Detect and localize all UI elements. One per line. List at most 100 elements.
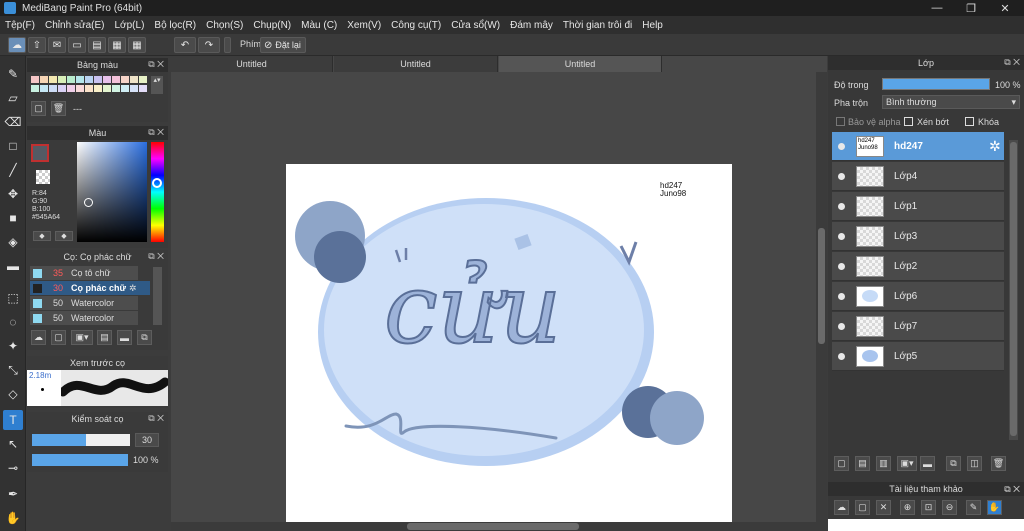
- swatch[interactable]: [76, 76, 84, 83]
- panel-close-icon[interactable]: ⧉ ✕: [148, 59, 164, 70]
- layer-row-selected[interactable]: hd247 Juno98 hd247 ✲: [832, 132, 1004, 161]
- close-reference-icon[interactable]: ✕: [876, 500, 891, 515]
- menu-file[interactable]: Tệp(F): [0, 20, 40, 31]
- horizontal-scrollbar[interactable]: [171, 522, 827, 531]
- swatch[interactable]: [67, 76, 75, 83]
- redo-icon[interactable]: ↷: [198, 37, 220, 53]
- close-button[interactable]: ✕: [988, 0, 1022, 16]
- layer-row[interactable]: Lớp6: [832, 282, 1004, 311]
- menu-timelapse[interactable]: Thời gian trôi đi: [558, 20, 637, 31]
- brush-item-selected[interactable]: 30 Cọ phác chữ ✲: [30, 281, 150, 295]
- zoom-out-icon[interactable]: ⊖: [942, 500, 957, 515]
- swatch[interactable]: [40, 76, 48, 83]
- swatch[interactable]: [94, 76, 102, 83]
- size-slider[interactable]: [32, 434, 130, 446]
- eye-icon[interactable]: [838, 173, 845, 180]
- blend-mode-select[interactable]: Bình thường ▾: [882, 95, 1020, 109]
- eyedropper-ref-icon[interactable]: ✎: [966, 500, 981, 515]
- layer-opacity-slider[interactable]: [882, 78, 990, 90]
- swatch[interactable]: [103, 85, 111, 92]
- open-reference-icon[interactable]: ▢: [855, 500, 870, 515]
- panel-close-icon[interactable]: ⧉ ✕: [148, 413, 164, 424]
- color-picker-cursor[interactable]: [84, 198, 93, 207]
- swatch[interactable]: [103, 76, 111, 83]
- pen-tool-icon[interactable]: ✒: [3, 484, 23, 504]
- dot-eraser-icon[interactable]: ⌫: [3, 112, 23, 132]
- swatch[interactable]: [130, 76, 138, 83]
- swatch[interactable]: [121, 76, 129, 83]
- secondary-color[interactable]: [36, 170, 50, 184]
- share-icon[interactable]: ⇧: [28, 37, 46, 53]
- new-brush-icon[interactable]: ▢: [51, 330, 66, 345]
- brush-item[interactable]: 50 Watercolor: [30, 296, 138, 310]
- reset-button[interactable]: ⊘ Đặt lại: [260, 37, 306, 53]
- grid-doc-icon[interactable]: ▦: [108, 37, 126, 53]
- eraser-tool-icon[interactable]: ▱: [3, 88, 23, 108]
- line-tool-icon[interactable]: ╱: [3, 160, 23, 180]
- eye-icon[interactable]: [838, 143, 845, 150]
- menu-select[interactable]: Chọn(S): [201, 20, 248, 31]
- tab-untitled-1[interactable]: Untitled: [171, 56, 333, 72]
- opacity-slider[interactable]: [32, 454, 128, 466]
- swatch[interactable]: [139, 85, 147, 92]
- eye-icon[interactable]: [838, 353, 845, 360]
- eyedropper-icon[interactable]: ⊸: [3, 458, 23, 478]
- panel-close-icon[interactable]: ⧉ ✕: [148, 251, 164, 262]
- new-palette-icon[interactable]: ▢: [31, 101, 46, 116]
- new-8bit-layer-icon[interactable]: ▥: [876, 456, 891, 471]
- swatch[interactable]: [67, 85, 75, 92]
- move-tool-icon[interactable]: ✥: [3, 184, 23, 204]
- fit-icon[interactable]: ⊡: [921, 500, 936, 515]
- menu-tools[interactable]: Công cụ(T): [386, 20, 446, 31]
- brush-item[interactable]: 50 Watercolor: [30, 311, 138, 325]
- eye-icon[interactable]: [838, 293, 845, 300]
- menu-window[interactable]: Cửa sổ(W): [446, 20, 505, 31]
- layer-row[interactable]: Lớp1: [832, 192, 1004, 221]
- menu-filter[interactable]: Bộ lọc(R): [149, 20, 201, 31]
- new-halftone-layer-icon[interactable]: ▤: [855, 456, 870, 471]
- comment-icon[interactable]: ✉: [48, 37, 66, 53]
- menu-cloud[interactable]: Đám mây: [505, 20, 558, 31]
- eye-icon[interactable]: [838, 263, 845, 270]
- horizontal-scroll-thumb[interactable]: [407, 523, 579, 530]
- delete-palette-icon[interactable]: 🗑: [51, 101, 66, 116]
- merge-layer-icon[interactable]: ◫: [967, 456, 982, 471]
- menu-edit[interactable]: Chỉnh sửa(E): [40, 20, 110, 31]
- menu-layer[interactable]: Lớp(L): [110, 20, 150, 31]
- layer-row[interactable]: Lớp5: [832, 342, 1004, 371]
- vertical-scroll-thumb[interactable]: [818, 228, 825, 344]
- folder-icon[interactable]: ▬: [117, 330, 132, 345]
- rectangle-tool-icon[interactable]: □: [3, 136, 23, 156]
- layer-scroll-thumb[interactable]: [1010, 142, 1017, 436]
- brush-item[interactable]: 35 Cọ tô chữ: [30, 266, 138, 280]
- swatch[interactable]: [49, 85, 57, 92]
- select-pen-icon[interactable]: ⤡: [3, 360, 23, 380]
- size-value[interactable]: 30: [135, 433, 159, 447]
- swatch[interactable]: [85, 76, 93, 83]
- gear-icon[interactable]: ✲: [129, 283, 137, 294]
- screen-icon[interactable]: ▭: [68, 37, 86, 53]
- reset-color-icon[interactable]: ◆: [55, 231, 73, 241]
- layer-row[interactable]: Lớp2: [832, 252, 1004, 281]
- duplicate-layer-icon[interactable]: ⧉: [946, 456, 961, 471]
- swatch[interactable]: [130, 85, 138, 92]
- folder-icon[interactable]: ▬: [920, 456, 935, 471]
- swap-color-icon[interactable]: ◆: [33, 231, 51, 241]
- swatch[interactable]: [58, 85, 66, 92]
- gear-icon[interactable]: ✲: [989, 138, 1001, 155]
- bucket-tool-icon[interactable]: ◈: [3, 232, 23, 252]
- brush-doc-icon[interactable]: ▤: [97, 330, 112, 345]
- layer-row[interactable]: Lớp4: [832, 162, 1004, 191]
- menu-view[interactable]: Xem(V): [342, 20, 386, 31]
- cloud-upload-icon[interactable]: ☁: [834, 500, 849, 515]
- undo-icon[interactable]: ↶: [174, 37, 196, 53]
- cloud-brush-icon[interactable]: ☁: [31, 330, 46, 345]
- color-picker-square[interactable]: [77, 142, 147, 242]
- trash-icon[interactable]: 🗑: [991, 456, 1006, 471]
- operation-tool-icon[interactable]: ↖: [3, 434, 23, 454]
- artwork-canvas[interactable]: cửu hd247 Juno98: [286, 164, 732, 522]
- panel-close-icon[interactable]: ⧉ ✕: [148, 127, 164, 138]
- tab-untitled-2[interactable]: Untitled: [334, 56, 498, 72]
- select-rect-icon[interactable]: ⬚: [3, 288, 23, 308]
- swatch[interactable]: [94, 85, 102, 92]
